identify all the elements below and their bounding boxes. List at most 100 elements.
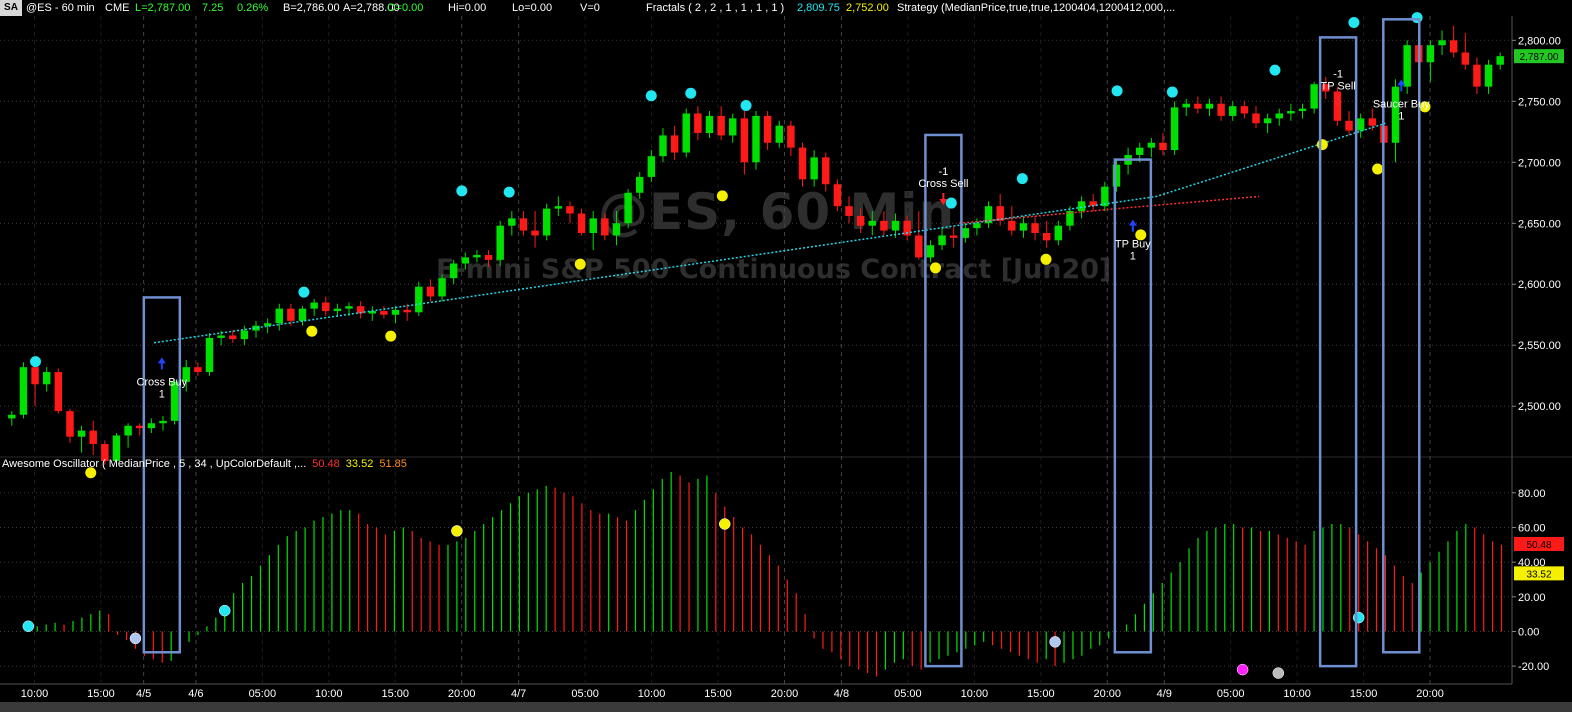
time-tick-label: 15:00: [381, 688, 409, 700]
candle-body: [229, 335, 237, 340]
time-tick-label: 15:00: [1350, 688, 1378, 700]
candle-body: [845, 206, 853, 216]
signal-label: TP Sell: [1320, 80, 1355, 92]
candle-body: [542, 208, 551, 236]
candle-body: [1356, 118, 1365, 131]
candle-body: [1170, 107, 1179, 151]
fractal-high-dot: [1016, 173, 1028, 185]
oscillator-value-3: 51.85: [379, 458, 407, 470]
candle-body: [1310, 84, 1318, 109]
candle-body: [1252, 113, 1260, 124]
candle-body: [345, 306, 353, 309]
candle-body: [275, 308, 283, 324]
candle-body: [1426, 45, 1435, 63]
candle-body: [1077, 201, 1086, 212]
candle-body: [1019, 223, 1028, 231]
candle-body: [949, 235, 958, 238]
candle-body: [1054, 225, 1063, 241]
time-tick-label: 20:00: [1416, 688, 1444, 700]
last-price-label: 2,787.00: [1520, 52, 1559, 63]
oscillator-dot: [719, 518, 731, 530]
candle-body: [926, 245, 935, 258]
candle-body: [961, 228, 970, 238]
fractal-high-dot: [1166, 86, 1178, 98]
time-tick-label: 15:00: [1027, 688, 1055, 700]
candle-body: [484, 254, 493, 260]
signal-highlight-box: [1318, 36, 1358, 668]
candle-body: [554, 206, 563, 209]
candle-body: [787, 125, 795, 148]
fractal-high-dot: [1411, 12, 1423, 24]
price-chart[interactable]: 2,500.00 2,550.00 2,600.00 2,650.00 2,700.00…: [0, 0, 1572, 712]
oscillator-title: Awesome Oscillator ( MedianPrice , 5 , 3…: [2, 458, 307, 470]
candle-body: [717, 115, 725, 136]
arrow-up-icon: [1128, 219, 1137, 232]
candle-body: [577, 213, 586, 234]
candle-body: [531, 230, 539, 236]
fractal-high-dot: [298, 286, 310, 298]
candle-body: [1287, 111, 1295, 114]
candle-body: [415, 286, 423, 313]
candle-body: [1484, 64, 1493, 87]
candle-body: [1217, 103, 1225, 116]
candle-body: [205, 337, 214, 373]
time-tick-label: 15:00: [87, 688, 115, 700]
horizontal-scrollbar[interactable]: [0, 702, 1572, 712]
candle-body: [1008, 220, 1016, 231]
osc-tick-label: 20.00: [1518, 592, 1546, 604]
osc-value-label: 50.48: [1526, 540, 1551, 551]
fractal-high-dot: [645, 90, 657, 102]
candle-body: [729, 118, 737, 136]
candle-body: [1182, 103, 1190, 108]
arrow-up-icon: [157, 357, 166, 370]
candle-body: [566, 206, 574, 214]
candle-body: [322, 302, 330, 312]
fractal-low-dot: [1372, 163, 1384, 175]
fractal-high-dot: [1348, 17, 1360, 29]
price-tick-label: 2,700.00: [1518, 157, 1561, 169]
candle-body: [1403, 45, 1411, 87]
candle-body: [77, 430, 86, 437]
oscillator-dot: [1236, 663, 1249, 676]
candle-body: [1368, 118, 1376, 126]
time-tick-label: 10:00: [638, 688, 666, 700]
candle-body: [798, 147, 807, 180]
time-tick-label: 4/6: [188, 688, 203, 700]
candle-body: [601, 218, 609, 236]
candle-body: [589, 218, 597, 234]
candle-body: [624, 192, 632, 224]
candle-body: [194, 367, 202, 373]
candle-body: [8, 414, 16, 419]
time-tick-label: 15:00: [704, 688, 732, 700]
time-tick-label: 05:00: [1217, 688, 1245, 700]
price-tick-label: 2,600.00: [1518, 279, 1561, 291]
oscillator-header[interactable]: Awesome Oscillator ( MedianPrice , 5 , 3…: [2, 458, 413, 470]
candle-body: [891, 220, 900, 231]
fractal-low-dot: [574, 258, 586, 270]
price-tick-label: 2,800.00: [1518, 35, 1561, 47]
candle-body: [694, 113, 702, 133]
candle-body: [1345, 120, 1353, 131]
signal-qty: 1: [1398, 110, 1404, 122]
candle-body: [1136, 147, 1144, 155]
candle-body: [1159, 142, 1167, 151]
signal-label: Saucer Buy: [1373, 98, 1430, 110]
candle-body: [403, 309, 411, 313]
candle-body: [1298, 108, 1307, 112]
candle-body: [240, 330, 249, 340]
signal-label: TP Buy: [1115, 239, 1151, 251]
candle-body: [1042, 233, 1051, 241]
price-tick-label: 2,650.00: [1518, 218, 1561, 230]
time-tick-label: 4/8: [834, 688, 849, 700]
signal-qty: -1: [1333, 68, 1343, 80]
signal-qty: -1: [939, 166, 949, 178]
signal-highlight-box: [142, 296, 182, 654]
candle-body: [310, 302, 318, 309]
fractal-high-dot: [945, 197, 957, 209]
candle-body: [822, 157, 830, 185]
time-tick-label: 05:00: [894, 688, 922, 700]
candle-body: [1461, 52, 1470, 65]
candle-body: [833, 184, 842, 207]
fractal-low-dot: [716, 190, 728, 202]
oscillator-dot: [1352, 611, 1365, 624]
